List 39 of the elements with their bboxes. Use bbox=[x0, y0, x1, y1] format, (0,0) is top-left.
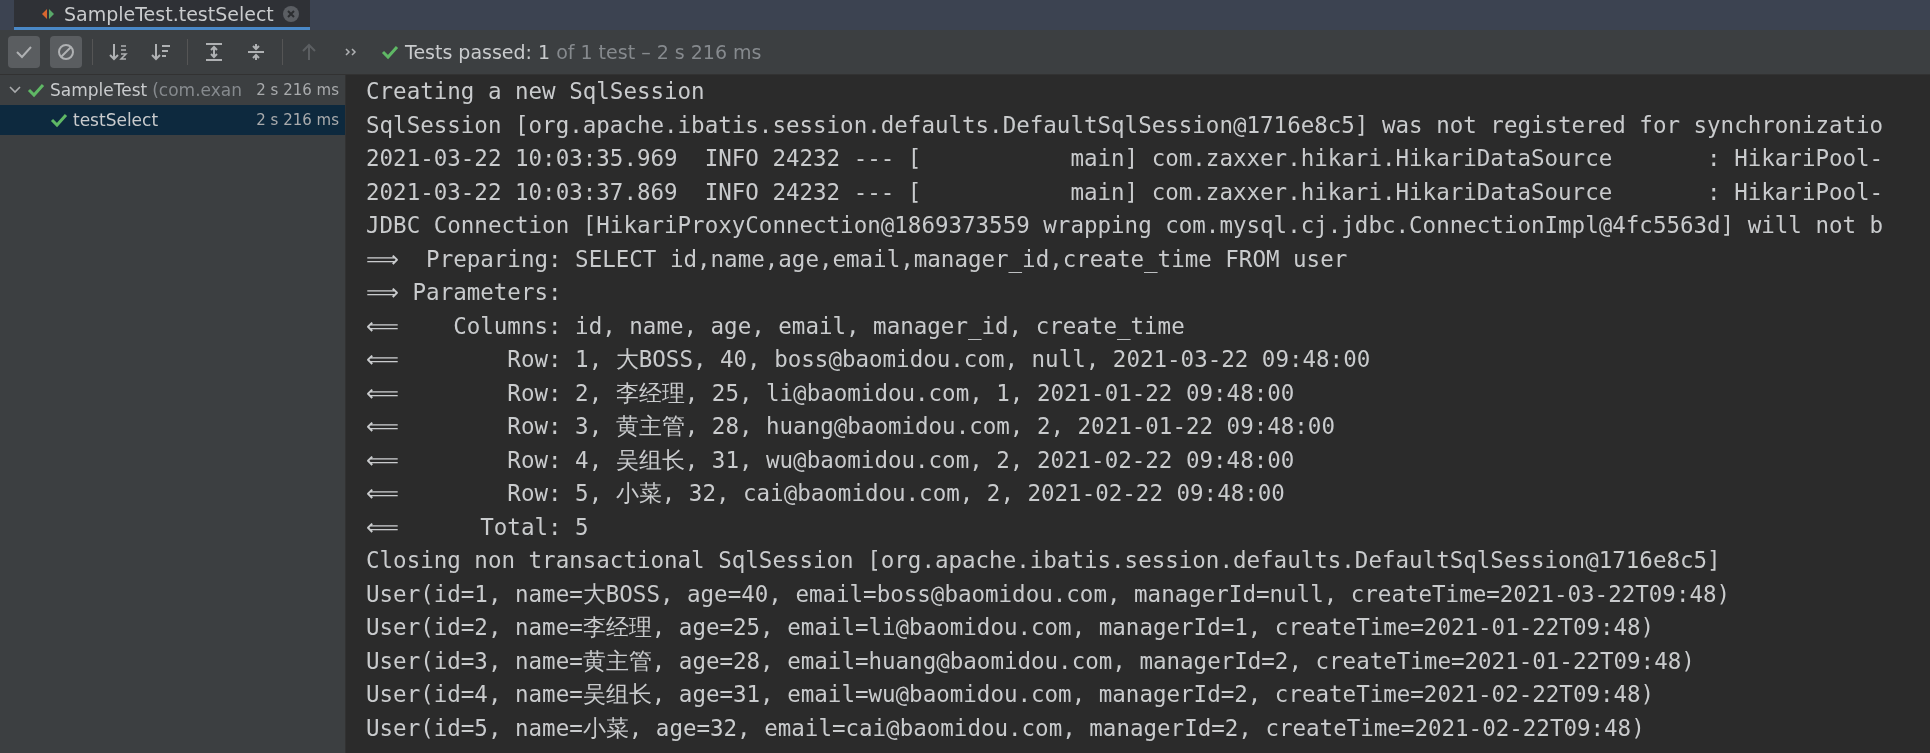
console-line: ⟸ Row: 3, 黄主管, 28, huang@baomidou.com, 2, 2021-01-22 09:48:00 bbox=[366, 412, 1335, 441]
console-line: Creating a new SqlSession bbox=[366, 77, 705, 106]
expand-all-icon bbox=[203, 41, 225, 63]
console-line: JDBC Connection [HikariProxyConnection@1869373559 wrapping com.mysql.cj.jdbc.ConnectionImpl@4fc5563d] will not b bbox=[366, 211, 1884, 240]
check-button[interactable] bbox=[8, 36, 40, 68]
console-line: ⟸ Row: 4, 吴组长, 31, wu@baomidou.com, 2, 2021-02-22 09:48:00 bbox=[366, 445, 1295, 475]
tree-item[interactable]: SampleTest (com.exan 2 s 216 ms bbox=[0, 75, 345, 105]
console-line: ⟸ Columns: id, name, age, email, manager_id, create_time bbox=[366, 311, 1185, 342]
test-name: SampleTest bbox=[50, 80, 148, 100]
console-line: ⟸ Row: 1, 大BOSS, 40, boss@baomidou.com, null, 2021-03-22 09:48:00 bbox=[366, 345, 1371, 374]
tree-item[interactable]: testSelect 2 s 216 ms bbox=[0, 105, 345, 135]
test-duration: 2 s 216 ms bbox=[256, 81, 339, 99]
tab-title: SampleTest.testSelect bbox=[64, 2, 274, 25]
console-line: User(id=1, name=大BOSS, age=40, email=boss@baomidou.com, managerId=null, createTime=2021-03-22T09:48) bbox=[366, 579, 1731, 609]
test-duration: 2 s 216 ms bbox=[256, 111, 339, 129]
console-line: User(id=4, name=吴组长, age=31, email=wu@baomidou.com, managerId=2, createTime=2021-02-22T09:48) bbox=[366, 680, 1655, 709]
console-line: ⟹ Preparing: SELECT id,name,age,email,manager_id,create_time FROM user bbox=[366, 244, 1348, 275]
sort-alphabetical-icon bbox=[108, 41, 130, 63]
no-entry-icon bbox=[55, 41, 77, 63]
console-line: 2021-03-22 10:03:35.969 INFO 24232 --- [ main] com.zaxxer.hikari.HikariDataSource : HikariPool- bbox=[366, 144, 1884, 173]
check-icon bbox=[381, 43, 399, 61]
console-line: 2021-03-22 10:03:37.869 INFO 24232 --- [ main] com.zaxxer.hikari.HikariDataSource : HikariPool- bbox=[366, 177, 1884, 207]
console-line: Closing non transactional SqlSession [org.apache.ibatis.session.defaults.DefaultSqlSession@1716e8c5] bbox=[366, 546, 1721, 575]
test-package: (com.exan bbox=[152, 80, 242, 100]
editor-tab[interactable]: SampleTest.testSelect bbox=[14, 0, 310, 30]
sort-lines-icon bbox=[150, 41, 172, 63]
status-text: Tests passed: 1 bbox=[405, 41, 551, 63]
console-line: ⟸ Row: 5, 小菜, 32, cai@baomidou.com, 2, 2021-02-22 09:48:00 bbox=[366, 479, 1285, 508]
console-line: SqlSession [org.apache.ibatis.session.defaults.DefaultSqlSession@1716e8c5] was not registered for synchronizatio bbox=[366, 110, 1884, 140]
console-line: User(id=3, name=黄主管, age=28, email=huang@baomidou.com, managerId=2, createTime=2021-01-22T09:48) bbox=[366, 646, 1695, 676]
status-detail: of 1 test – 2 s 216 ms bbox=[556, 41, 762, 63]
ignored-button[interactable] bbox=[50, 36, 82, 68]
console-line: User(id=5, name=小菜, age=32, email=cai@baomidou.com, managerId=2, createTime=2021-02-22T09:48) bbox=[366, 713, 1645, 743]
test-name: testSelect bbox=[73, 110, 159, 130]
console-line: ⟸ Row: 2, 李经理, 25, li@baomidou.com, 1, 2021-01-22 09:48:00 bbox=[366, 378, 1295, 408]
console-line: ⟸ Total: 5 bbox=[366, 512, 589, 542]
collapse-all-icon bbox=[245, 41, 267, 63]
console-line: User(id=2, name=李经理, age=25, email=li@baomidou.com, managerId=1, createTime=2021-01-22T09:48) bbox=[366, 613, 1655, 642]
console-line: ⟹ Parameters: bbox=[366, 278, 563, 307]
